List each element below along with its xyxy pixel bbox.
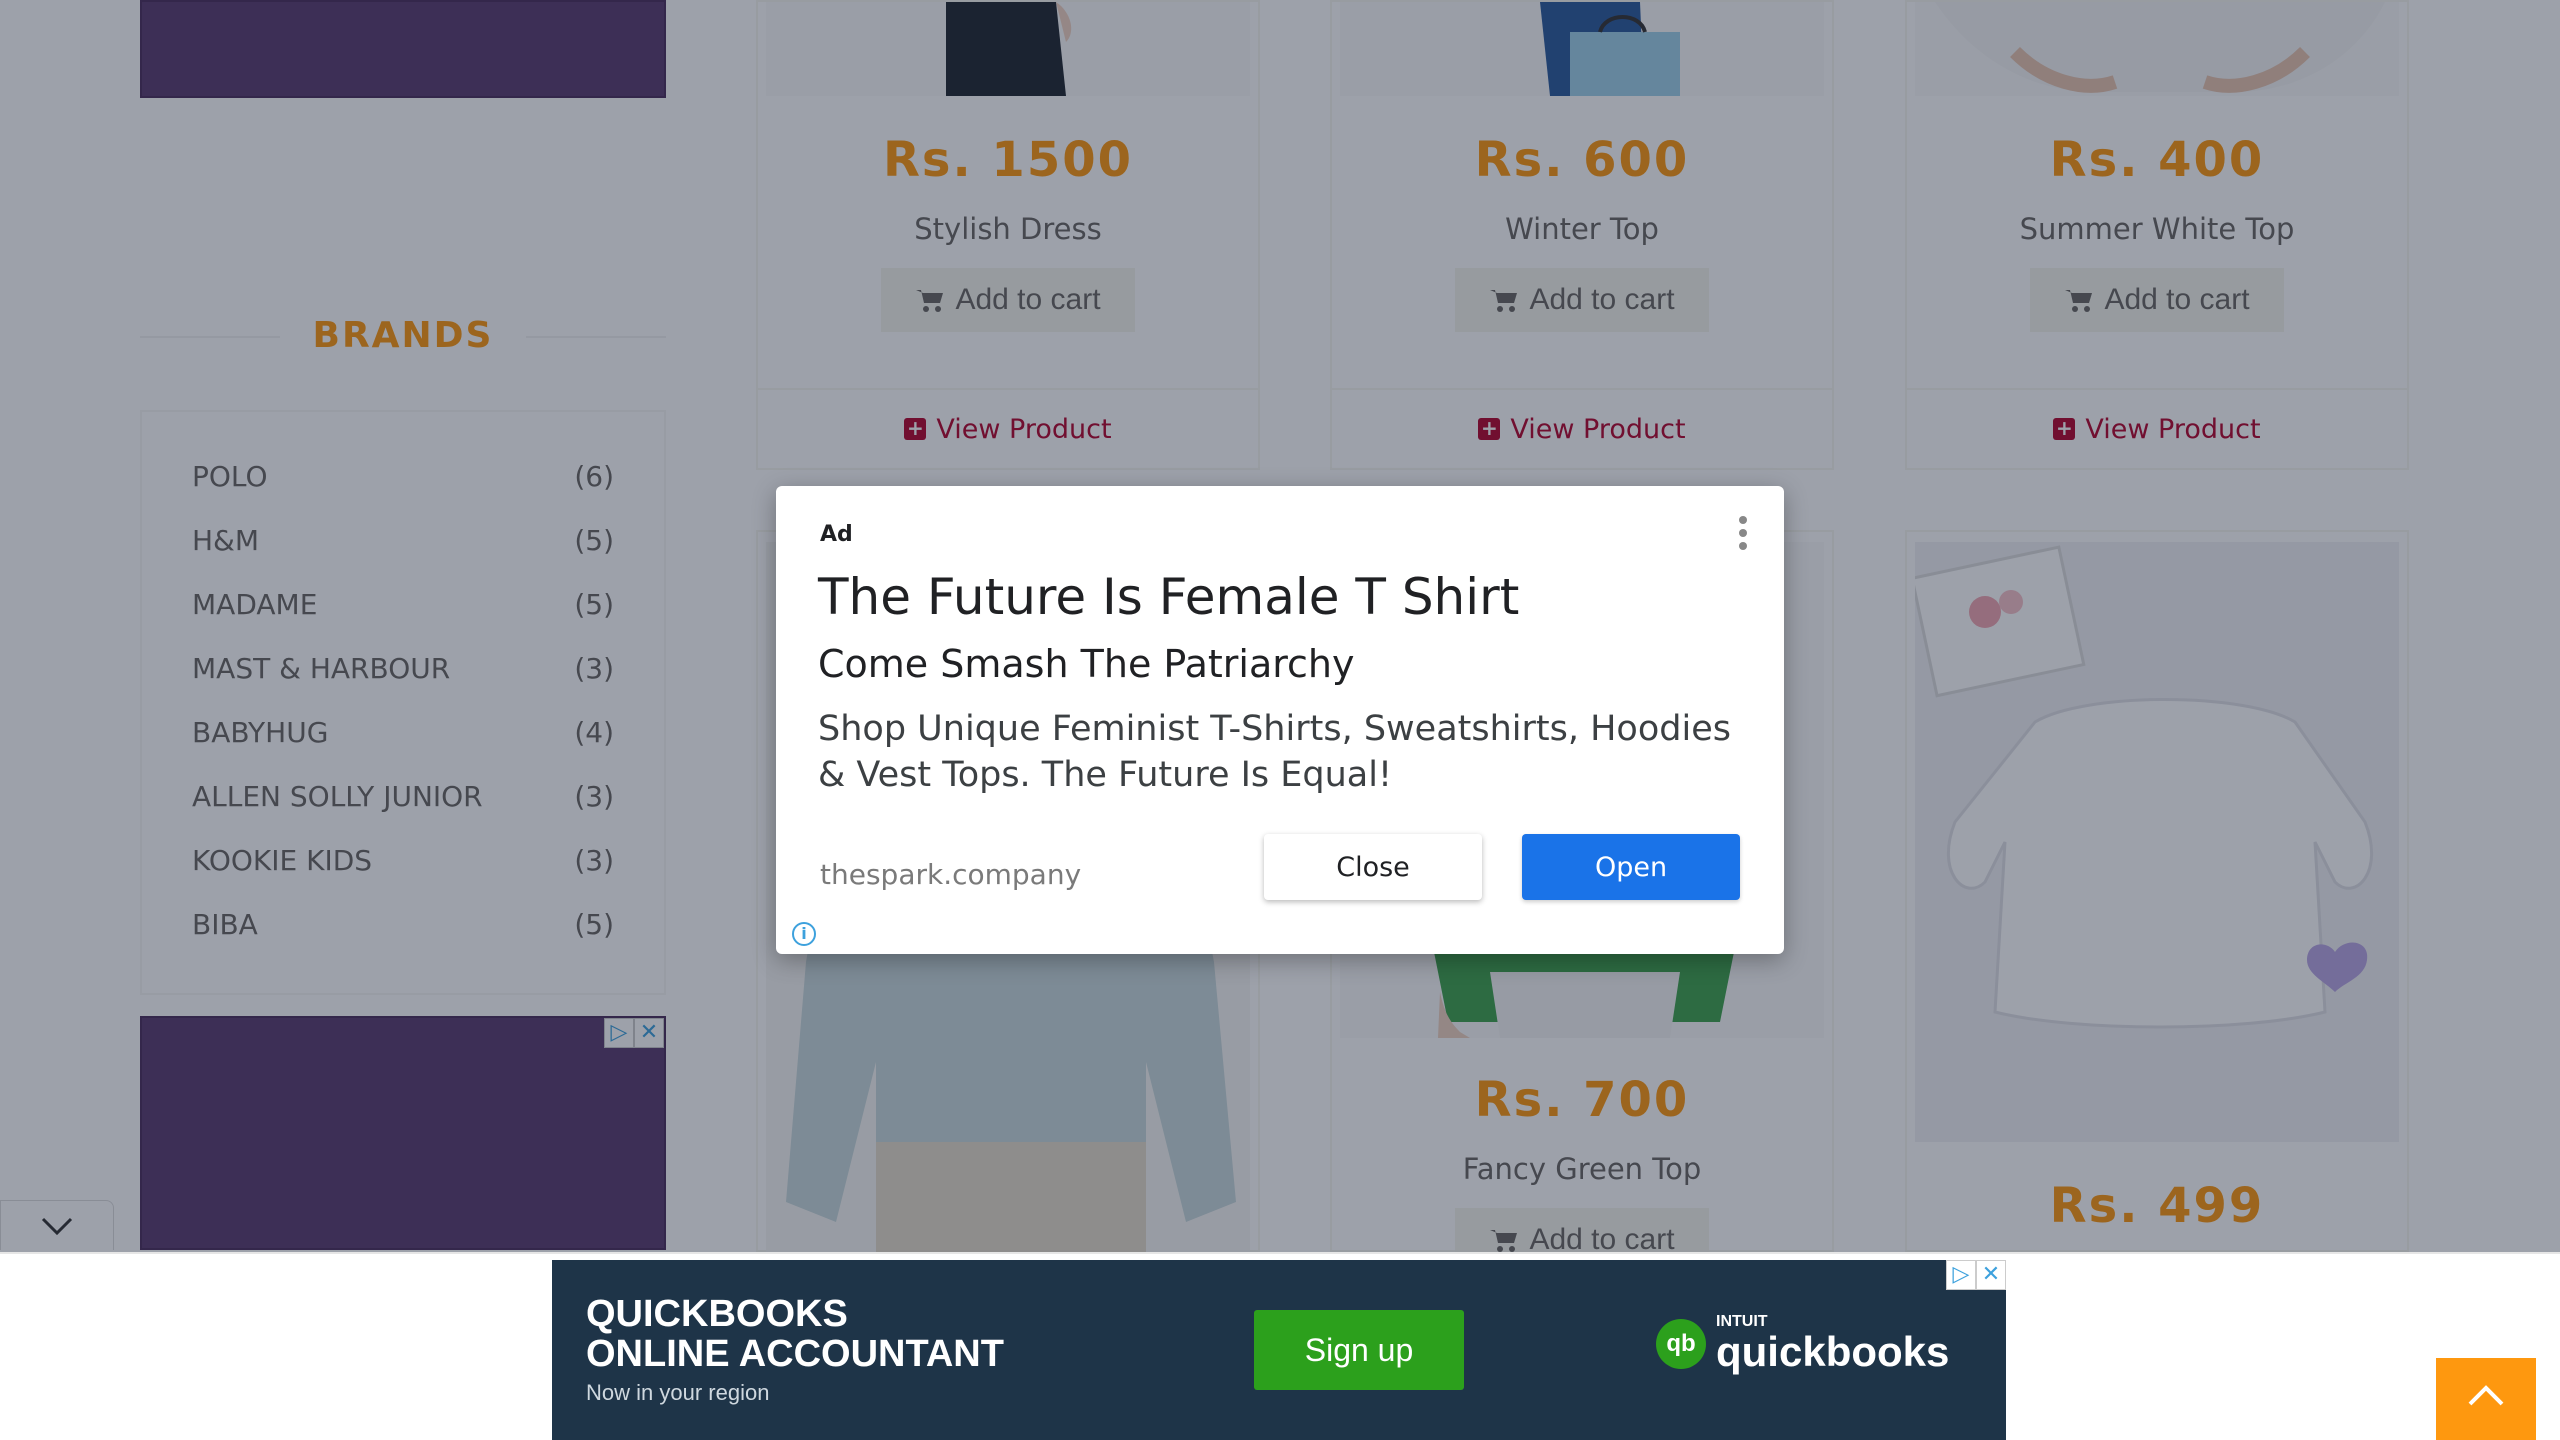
- close-button[interactable]: Close: [1264, 834, 1482, 900]
- ad-title: QUICKBOOKS ONLINE ACCOUNTANT: [586, 1294, 1004, 1374]
- ad-title-line1: QUICKBOOKS: [586, 1293, 848, 1335]
- logo-brand: quickbooks: [1716, 1328, 1950, 1375]
- adchoices-icon[interactable]: ▷: [1946, 1260, 1976, 1290]
- logo-text: INTUIT quickbooks: [1716, 1314, 1949, 1374]
- open-button[interactable]: Open: [1522, 834, 1740, 900]
- info-icon[interactable]: i: [792, 922, 816, 946]
- ad-dialog[interactable]: Ad The Future Is Female T Shirt Come Sma…: [776, 486, 1784, 954]
- ad-headline[interactable]: The Future Is Female T Shirt: [818, 568, 1519, 626]
- ad-label: Ad: [820, 522, 853, 547]
- ad-choices[interactable]: ▷ ✕: [1946, 1260, 2006, 1290]
- ad-subheadline: Come Smash The Patriarchy: [818, 642, 1355, 686]
- quickbooks-banner-ad[interactable]: QUICKBOOKS ONLINE ACCOUNTANT Now in your…: [552, 1260, 2006, 1440]
- scroll-to-top-button[interactable]: [2436, 1358, 2536, 1440]
- quickbooks-logo-icon: qb: [1656, 1319, 1706, 1369]
- ad-body-text: Shop Unique Feminist T-Shirts, Sweatshir…: [818, 709, 1731, 795]
- ad-title-line2: ONLINE ACCOUNTANT: [586, 1333, 1004, 1375]
- ad-domain[interactable]: thespark.company: [820, 858, 1081, 891]
- chevron-up-icon: [2468, 1385, 2504, 1406]
- quickbooks-logo: qb INTUIT quickbooks: [1656, 1314, 1949, 1374]
- more-options-icon[interactable]: [1738, 516, 1748, 556]
- ad-subtitle: Now in your region: [586, 1380, 770, 1405]
- sign-up-button[interactable]: Sign up: [1254, 1310, 1464, 1390]
- page: BRANDS POLO (6) H&M (5) MADAME (5) MAST & H…: [0, 0, 2560, 1440]
- ad-close-icon[interactable]: ✕: [1976, 1260, 2006, 1290]
